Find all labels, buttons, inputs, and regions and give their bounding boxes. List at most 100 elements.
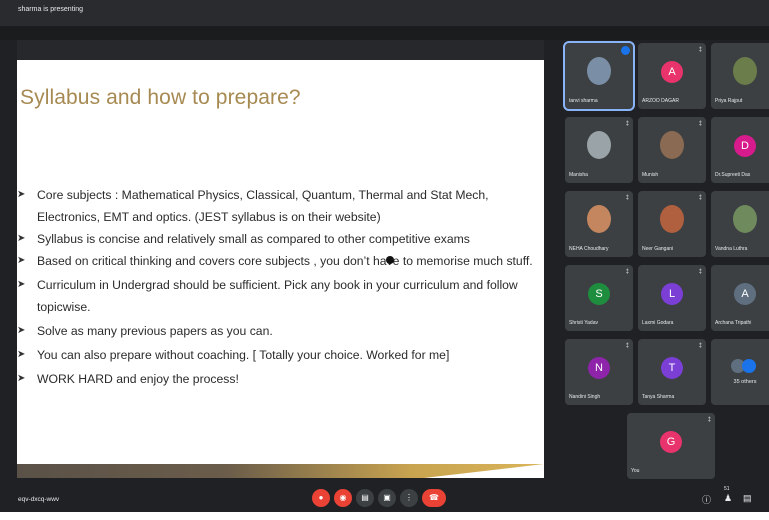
camera-off-icon[interactable]: ◉	[334, 489, 352, 507]
more-options-icon[interactable]: ⋮	[400, 489, 418, 507]
avatar-photo	[733, 57, 757, 85]
participant-tile[interactable]: tanvi sharma	[563, 41, 635, 111]
people-icon[interactable]: ♟	[724, 493, 732, 504]
participant-name: Archana Tripathi	[715, 320, 752, 326]
mic-off-icon[interactable]: ●	[312, 489, 330, 507]
bullet-text: Solve as many previous papers as you can…	[37, 324, 273, 338]
participant-tile[interactable]: Munish ‡	[638, 117, 706, 183]
participant-tile[interactable]: T Tanya Sharma ‡	[638, 339, 706, 405]
participant-name: You	[631, 468, 640, 474]
participant-tile[interactable]: NEHA Choudhary ‡	[565, 191, 633, 257]
slide-title: Syllabus and how to prepare?	[20, 86, 301, 109]
slide-bullet: ➤ You can also prepare without coaching.…	[17, 344, 537, 366]
others-count-label: 35 others	[733, 379, 757, 385]
participant-tile[interactable]: Priya Rajput‡	[711, 43, 769, 109]
presented-slide: Syllabus and how to prepare? ➤ Core subj…	[17, 60, 544, 478]
bullet-arrow-icon: ➤	[17, 325, 26, 336]
bullet-arrow-icon: ➤	[17, 373, 26, 384]
participant-name: Tanya Sharma	[642, 394, 675, 400]
captions-icon[interactable]: ▤	[356, 489, 374, 507]
bullet-arrow-icon: ➤	[17, 255, 26, 266]
presenting-label: sharma is presenting	[18, 6, 83, 13]
avatar-photo	[587, 131, 611, 159]
pointer-cursor-icon	[386, 256, 394, 264]
meeting-code: eqv-dxcq-wwv	[18, 496, 60, 503]
slide-bullet: ➤ Based on critical thinking and covers …	[17, 250, 537, 272]
avatar: T	[661, 357, 683, 379]
participant-name: tanvi sharma	[569, 98, 598, 104]
participant-name: Dr.Supreeti Das	[715, 172, 751, 178]
participant-name: Nandini Singh	[569, 394, 601, 400]
participant-name: Priya Rajput	[715, 98, 743, 104]
bullet-text: Syllabus is concise and relatively small…	[37, 232, 470, 246]
screen: sharma is presenting Syllabus and how to…	[0, 0, 769, 520]
top-bar: sharma is presenting	[0, 0, 769, 26]
others-avatars	[731, 359, 759, 373]
present-icon[interactable]: ▣	[378, 489, 396, 507]
participant-tile[interactable]: Neer Gangani ‡	[638, 191, 706, 257]
mic-muted-icon: ‡	[625, 195, 629, 201]
mic-muted-icon: ‡	[625, 343, 629, 349]
avatar: N	[588, 357, 610, 379]
bullet-text: Core subjects : Mathematical Physics, Cl…	[37, 188, 489, 224]
participant-name: Shristi Yadav	[569, 320, 598, 326]
avatar: L	[661, 283, 683, 305]
avatar: A	[734, 283, 756, 305]
avatar-photo	[733, 205, 757, 233]
participant-tile[interactable]: A ARZOO DAGAR ‡	[638, 43, 706, 109]
participant-tile[interactable]: N Nandini Singh ‡	[565, 339, 633, 405]
avatar-photo	[587, 57, 611, 85]
bullet-arrow-icon: ➤	[17, 189, 26, 200]
participant-tile[interactable]: Vandna Luthra‡	[711, 191, 769, 257]
slide-bullet: ➤ Syllabus is concise and relatively sma…	[17, 228, 537, 250]
slide-bullet: ➤ WORK HARD and enjoy the process!	[17, 368, 537, 390]
bullet-text: WORK HARD and enjoy the process!	[37, 372, 239, 386]
meet-window: sharma is presenting Syllabus and how to…	[0, 0, 769, 512]
participant-name: Laxmi Godara	[642, 320, 674, 326]
bullet-arrow-icon: ➤	[17, 279, 26, 290]
participant-name: NEHA Choudhary	[569, 246, 609, 252]
avatar-photo	[660, 205, 684, 233]
participant-tile[interactable]: G You ‡	[627, 413, 715, 479]
info-icon[interactable]: ⓘ	[702, 493, 711, 506]
mic-muted-icon: ‡	[698, 269, 702, 275]
mic-muted-icon: ‡	[698, 195, 702, 201]
mic-muted-icon: ‡	[707, 417, 711, 423]
bottom-control-bar: eqv-dxcq-wwv ● ◉ ▤ ▣ ⋮ ☎ ⓘ ♟ 51 ▤	[0, 486, 769, 512]
avatar	[742, 359, 756, 373]
hang-up-icon[interactable]: ☎	[422, 489, 446, 507]
participant-tile[interactable]: AArchana Tripathi‡	[711, 265, 769, 331]
chat-icon[interactable]: ▤	[743, 493, 752, 504]
slide-top-margin	[17, 40, 544, 60]
participant-tile[interactable]: 35 others	[711, 339, 769, 405]
mic-muted-icon: ‡	[698, 121, 702, 127]
bullet-text: You can also prepare without coaching. […	[37, 348, 450, 362]
mic-muted-icon: ‡	[698, 47, 702, 53]
slide-bullet: ➤ Solve as many previous papers as you c…	[17, 320, 537, 342]
bullet-arrow-icon: ➤	[17, 233, 26, 244]
participant-tile[interactable]: DDr.Supreeti Das‡	[711, 117, 769, 183]
avatar-photo	[587, 205, 611, 233]
bullet-text: Curriculum in Undergrad should be suffic…	[37, 278, 518, 314]
mic-muted-icon: ‡	[698, 343, 702, 349]
avatar-photo	[660, 131, 684, 159]
participant-tile[interactable]: L Laxmi Godara ‡	[638, 265, 706, 331]
participant-name: ARZOO DAGAR	[642, 98, 679, 104]
slide-footer-cut	[424, 464, 544, 478]
slide-bullet: ➤ Core subjects : Mathematical Physics, …	[17, 184, 537, 228]
avatar: S	[588, 283, 610, 305]
avatar: G	[660, 431, 682, 453]
participant-tile[interactable]: S Shristi Yadav ‡	[565, 265, 633, 331]
avatar: D	[734, 135, 756, 157]
participant-name: Neer Gangani	[642, 246, 674, 252]
avatar: A	[661, 61, 683, 83]
participant-tile[interactable]: Manisha ‡	[565, 117, 633, 183]
bullet-text: Based on critical thinking and covers co…	[37, 254, 533, 268]
participant-name: Munish	[642, 172, 659, 178]
slide-bullet-list: ➤ Core subjects : Mathematical Physics, …	[17, 184, 537, 390]
mic-muted-icon: ‡	[625, 121, 629, 127]
participant-name: Vandna Luthra	[715, 246, 748, 252]
mic-muted-icon: ‡	[625, 269, 629, 275]
bullet-arrow-icon: ➤	[17, 349, 26, 360]
slide-bullet: ➤ Curriculum in Undergrad should be suff…	[17, 274, 537, 318]
